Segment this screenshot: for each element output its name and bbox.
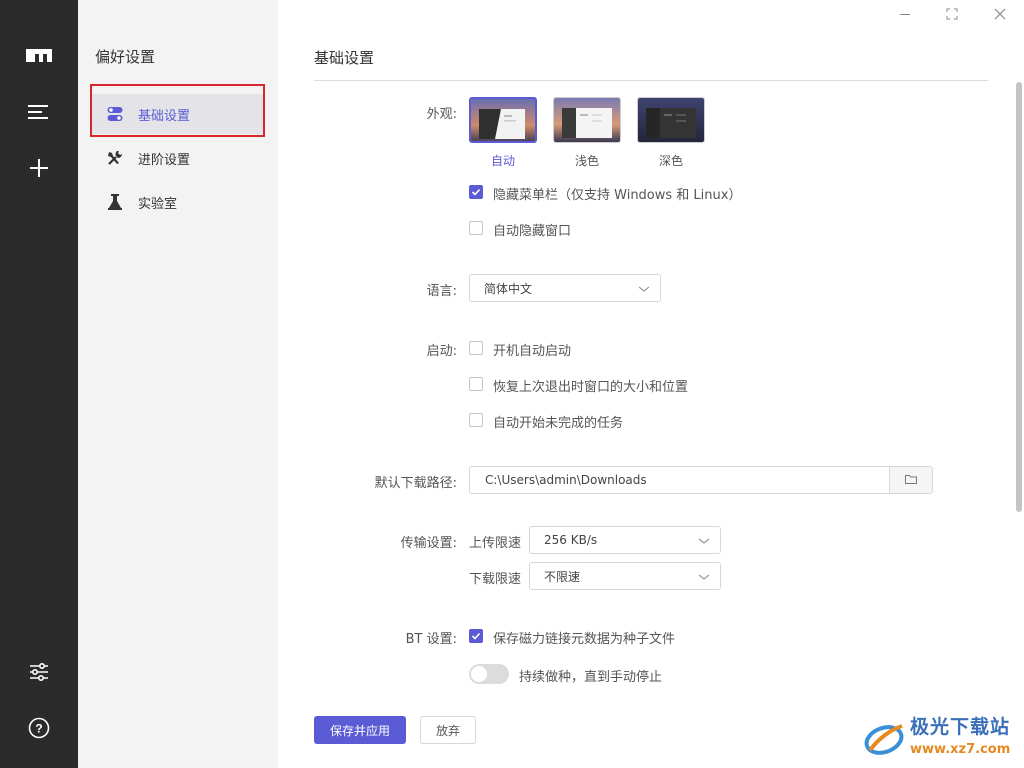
theme-light-caption[interactable]: 浅色 (553, 152, 621, 169)
maximize-icon[interactable] (942, 4, 962, 24)
bt-label: BT 设置: (405, 632, 457, 647)
watermark-url: www.xz7.com (910, 742, 1011, 757)
sidebar-item-lab[interactable]: 实验室 (90, 182, 264, 222)
resume-tasks-checkbox[interactable] (469, 413, 483, 427)
download-limit-label: 下载限速 (469, 572, 522, 587)
close-icon[interactable] (990, 4, 1010, 24)
auto-launch-label: 开机自动启动 (493, 344, 572, 359)
watermark-title: 极光下载站 (910, 716, 1011, 738)
restore-window-checkbox[interactable] (469, 377, 483, 391)
add-icon[interactable] (19, 148, 59, 188)
chevron-down-icon (698, 535, 710, 549)
minimize-icon[interactable] (895, 4, 915, 24)
preferences-sliders-icon[interactable] (19, 652, 59, 692)
sidebar-item-label: 实验室 (138, 196, 178, 212)
chevron-down-icon (638, 283, 650, 297)
keep-seeding-toggle[interactable] (469, 664, 509, 684)
scrollbar[interactable] (1016, 82, 1022, 512)
auto-launch-checkbox[interactable] (469, 341, 483, 355)
page-title: 基础设置 (314, 49, 375, 67)
watermark-logo-icon (864, 724, 904, 755)
tools-icon (106, 149, 124, 167)
theme-light-thumbnail[interactable] (553, 97, 621, 143)
site-watermark: 极光下载站 www.xz7.com (862, 708, 1022, 766)
upload-limit-select[interactable]: 256 KB/s (529, 526, 721, 554)
title-divider (314, 80, 988, 81)
language-select[interactable]: 简体中文 (469, 274, 661, 302)
theme-dark-caption[interactable]: 深色 (637, 152, 705, 169)
save-magnet-checkbox[interactable] (469, 629, 483, 643)
resume-tasks-label: 自动开始未完成的任务 (493, 416, 624, 431)
flask-icon (106, 193, 124, 211)
download-limit-select[interactable]: 不限速 (529, 562, 721, 590)
appearance-label: 外观: (426, 107, 457, 122)
upload-limit-label: 上传限速 (469, 536, 522, 551)
language-label: 语言: (426, 284, 457, 299)
motrix-logo-icon[interactable] (19, 35, 59, 75)
download-path-input[interactable]: C:\Users\admin\Downloads (469, 466, 890, 494)
discard-button[interactable]: 放弃 (420, 716, 476, 744)
sidebar-item-advanced[interactable]: 进阶设置 (90, 138, 264, 178)
transfer-label: 传输设置: (400, 536, 457, 551)
chevron-down-icon (698, 571, 710, 585)
help-icon[interactable]: ? (19, 708, 59, 748)
save-apply-button[interactable]: 保存并应用 (314, 716, 406, 744)
startup-label: 启动: (426, 344, 457, 359)
menu-icon[interactable] (19, 92, 59, 132)
theme-auto-thumbnail[interactable] (469, 97, 537, 143)
browse-folder-button[interactable] (889, 466, 933, 494)
restore-window-label: 恢复上次退出时窗口的大小和位置 (493, 380, 689, 395)
hide-menubar-checkbox[interactable] (469, 185, 483, 199)
download-path-label: 默认下载路径: (374, 476, 457, 491)
folder-icon (905, 473, 917, 488)
theme-auto-caption[interactable]: 自动 (469, 152, 537, 169)
upload-limit-value: 256 KB/s (544, 533, 598, 547)
language-value: 简体中文 (484, 281, 533, 296)
keep-seeding-label: 持续做种，直到手动停止 (519, 670, 663, 685)
highlight-annotation-box (90, 84, 265, 137)
svg-text:?: ? (35, 722, 42, 736)
auto-hide-window-checkbox[interactable] (469, 221, 483, 235)
auto-hide-window-label: 自动隐藏窗口 (493, 224, 572, 239)
download-limit-value: 不限速 (544, 569, 581, 584)
save-magnet-label: 保存磁力链接元数据为种子文件 (493, 632, 676, 647)
sidebar-item-label: 进阶设置 (138, 152, 191, 168)
hide-menubar-label: 隐藏菜单栏（仅支持 Windows 和 Linux） (493, 188, 742, 203)
sidebar-title: 偏好设置 (95, 48, 156, 66)
theme-dark-thumbnail[interactable] (637, 97, 705, 143)
app-rail: ? (0, 0, 78, 768)
toggle-knob (471, 666, 487, 682)
